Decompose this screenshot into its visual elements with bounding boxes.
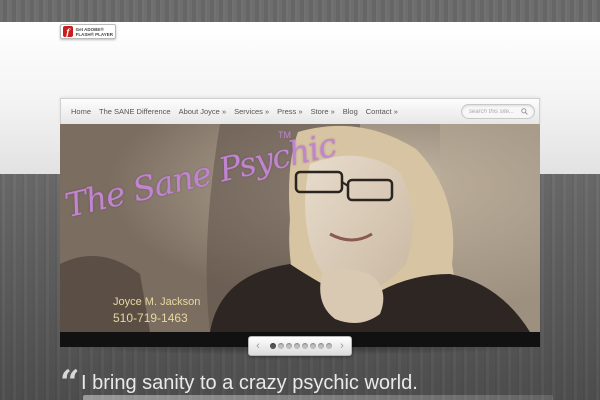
slider-dot[interactable] (302, 343, 308, 349)
slider-dot[interactable] (326, 343, 332, 349)
top-texture-strip (0, 0, 600, 22)
search-box (461, 104, 535, 119)
tagline-subtext (83, 395, 553, 400)
slider-next-button[interactable]: › (336, 339, 348, 353)
nav-item-contact[interactable]: Contact » (362, 99, 402, 125)
nav-item-blog[interactable]: Blog (339, 99, 362, 125)
flash-badge-line2: FLASH® PLAYER (75, 31, 113, 37)
slider-dot[interactable] (278, 343, 284, 349)
flash-player-icon: f (63, 26, 73, 37)
nav-item-sane-difference[interactable]: The SANE Difference (95, 99, 175, 125)
slider-dot[interactable] (286, 343, 292, 349)
main-navigation: Home The SANE Difference About Joyce » S… (60, 98, 540, 124)
slider-pager: ‹ › (248, 336, 352, 356)
slider-prev-button[interactable]: ‹ (252, 339, 264, 353)
nav-item-services[interactable]: Services » (230, 99, 273, 125)
slider-dot[interactable] (294, 343, 300, 349)
nav-item-home[interactable]: Home (67, 99, 95, 125)
slider-dot[interactable] (318, 343, 324, 349)
slide-name: Joyce M. Jackson (113, 296, 201, 308)
nav-item-store[interactable]: Store » (307, 99, 339, 125)
tagline: I bring sanity to a crazy psychic world. (81, 372, 418, 394)
nav-item-about-joyce[interactable]: About Joyce » (175, 99, 231, 125)
slider-dot[interactable] (270, 343, 276, 349)
slide-phone: 510-719-1463 (113, 311, 188, 325)
flash-badge-text: Get ADOBE® FLASH® PLAYER (76, 27, 113, 37)
search-input[interactable] (469, 107, 521, 117)
slide-trademark: TM (278, 130, 291, 140)
get-flash-player-badge[interactable]: f Get ADOBE® FLASH® PLAYER (60, 24, 116, 39)
slider-dot[interactable] (310, 343, 316, 349)
slider-dots (270, 343, 332, 349)
quote-icon: “ (60, 363, 80, 400)
search-icon[interactable] (521, 108, 528, 115)
nav-item-press[interactable]: Press » (273, 99, 306, 125)
hero-slide[interactable]: The Sane Psychic TM Joyce M. Jackson 510… (60, 124, 540, 332)
